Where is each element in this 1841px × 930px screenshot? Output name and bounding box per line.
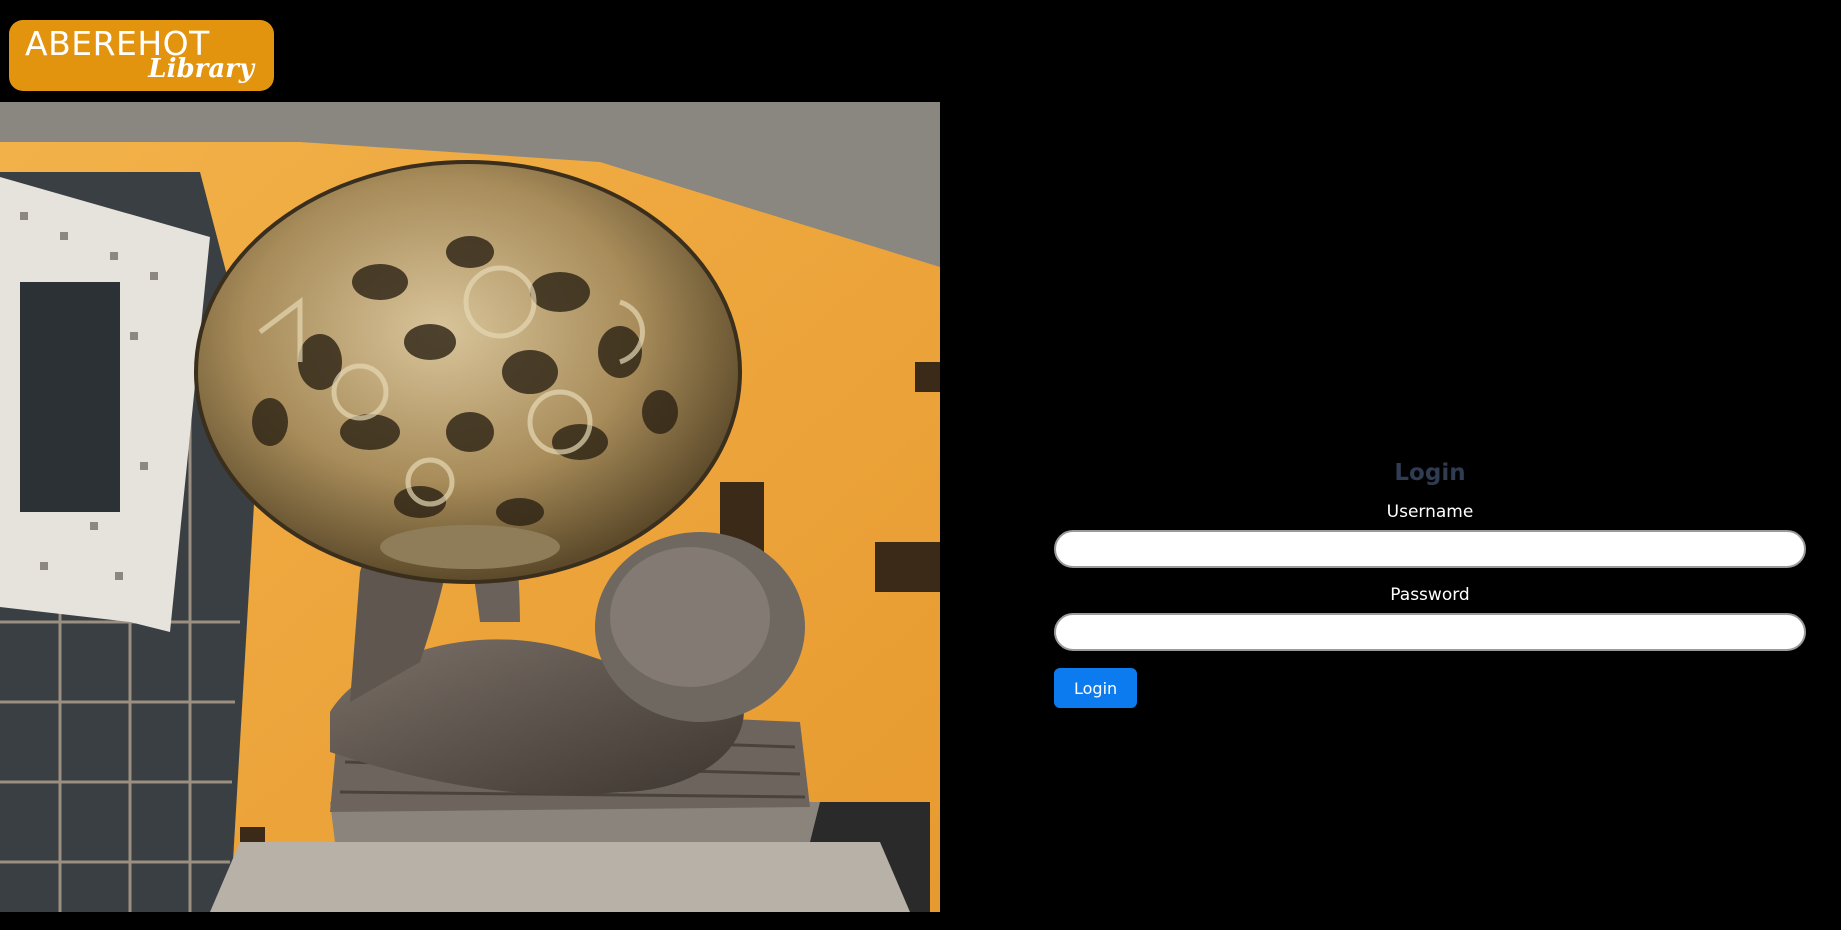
password-input[interactable]	[1054, 613, 1806, 651]
login-title: Login	[1394, 460, 1466, 486]
password-group: Password	[1054, 585, 1806, 651]
library-statue-photo	[0, 102, 940, 912]
brand-subtitle: Library	[148, 54, 254, 84]
login-page: ABEREHOT Library Login Username Password…	[0, 0, 1841, 930]
login-button[interactable]: Login	[1054, 668, 1138, 708]
hero-photo	[0, 102, 940, 912]
username-group: Username	[1054, 502, 1806, 568]
brand-logo[interactable]: ABEREHOT Library	[9, 20, 274, 91]
username-input[interactable]	[1054, 530, 1806, 568]
login-form: Login Username Password Login	[1054, 460, 1806, 708]
password-label: Password	[1390, 585, 1470, 605]
username-label: Username	[1386, 502, 1474, 522]
